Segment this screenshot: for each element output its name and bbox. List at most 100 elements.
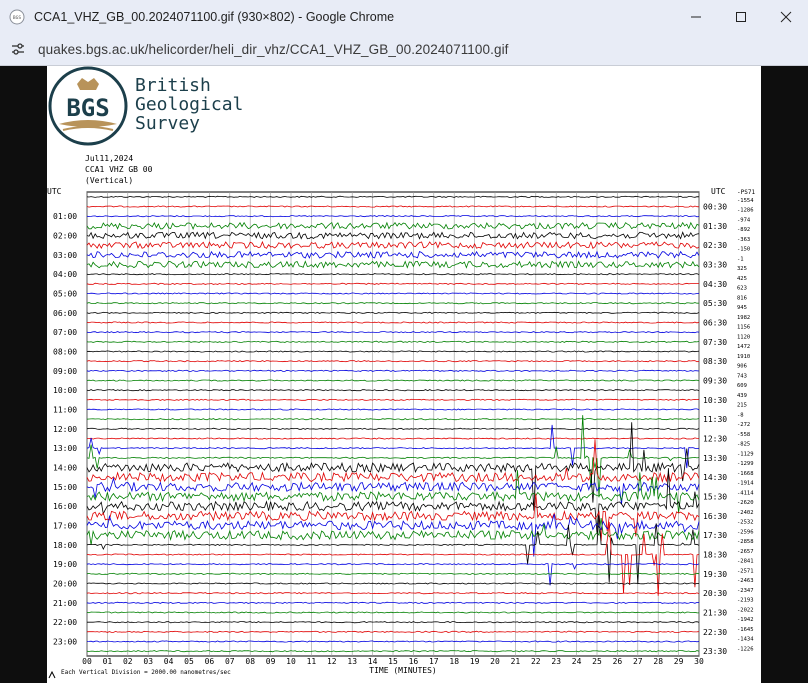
left-hour-label: 07:00 (53, 328, 77, 337)
x-tick-label: 06 (205, 657, 215, 666)
offset-label: -2657 (737, 549, 754, 555)
right-halfhour-label: 03:30 (703, 261, 727, 270)
left-hour-label: 10:00 (53, 386, 77, 395)
offset-label: 816 (737, 295, 747, 301)
right-halfhour-label: 00:30 (703, 203, 727, 212)
offset-label: -4114 (737, 490, 754, 496)
helicorder-image: BGS British Geological Survey Jul11,2024… (47, 66, 761, 683)
right-halfhour-label: 20:30 (703, 589, 727, 598)
left-hour-label: 11:00 (53, 406, 77, 415)
right-halfhour-label: 02:30 (703, 241, 727, 250)
x-tick-label: 24 (572, 657, 582, 666)
x-tick-label: 08 (245, 657, 255, 666)
left-hour-label: 08:00 (53, 348, 77, 357)
utc-label-left: UTC (47, 187, 62, 196)
x-tick-label: 04 (164, 657, 174, 666)
maximize-button[interactable] (718, 0, 763, 33)
offset-label: -558 (737, 432, 750, 438)
left-hour-label: 02:00 (53, 232, 77, 241)
left-hour-label: 05:00 (53, 290, 77, 299)
offset-label: -272 (737, 422, 750, 428)
offset-label: -1434 (737, 637, 754, 643)
ps-label: -PS71 (737, 189, 755, 196)
left-hour-label: 17:00 (53, 522, 77, 531)
close-button[interactable] (763, 0, 808, 33)
x-tick-label: 02 (123, 657, 133, 666)
left-hour-label: 01:00 (53, 212, 77, 221)
offset-label: -8 (737, 412, 744, 418)
offset-label: -2858 (737, 539, 754, 545)
offset-label: -2596 (737, 529, 754, 535)
x-tick-label: 17 (429, 657, 439, 666)
right-halfhour-label: 01:30 (703, 222, 727, 231)
left-hour-label: 06:00 (53, 309, 77, 318)
x-tick-label: 28 (653, 657, 663, 666)
right-halfhour-label: 22:30 (703, 628, 727, 637)
left-hour-label: 03:00 (53, 251, 77, 260)
left-hour-label: 22:00 (53, 618, 77, 627)
right-halfhour-label: 09:30 (703, 377, 727, 386)
right-halfhour-label: 21:30 (703, 609, 727, 618)
offset-label: -1226 (737, 646, 754, 652)
x-tick-label: 09 (266, 657, 276, 666)
x-tick-label: 18 (449, 657, 459, 666)
left-hour-label: 14:00 (53, 464, 77, 473)
x-tick-label: 19 (470, 657, 480, 666)
x-tick-label: 27 (633, 657, 643, 666)
x-tick-label: 07 (225, 657, 235, 666)
plot-component: (Vertical) (85, 176, 133, 185)
right-halfhour-label: 13:30 (703, 454, 727, 463)
offset-label: -150 (737, 247, 750, 253)
resize-arrow-icon (48, 670, 56, 679)
x-axis-label: TIME (MINUTES) (369, 666, 436, 675)
utc-label-right: UTC (711, 187, 726, 196)
left-hour-label: 20:00 (53, 580, 77, 589)
left-hour-label: 16:00 (53, 502, 77, 511)
left-hour-label: 18:00 (53, 541, 77, 550)
offset-label: 325 (737, 266, 747, 272)
x-tick-label: 03 (143, 657, 153, 666)
offset-label: -2022 (737, 607, 754, 613)
left-hour-label: 23:00 (53, 638, 77, 647)
offset-label: 743 (737, 373, 747, 379)
offset-label: 1120 (737, 334, 750, 340)
x-tick-label: 14 (368, 657, 378, 666)
x-tick-label: 11 (307, 657, 317, 666)
offset-label: 623 (737, 286, 747, 292)
left-hour-label: 19:00 (53, 560, 77, 569)
offset-label: -2571 (737, 568, 754, 574)
offset-label: 1910 (737, 354, 750, 360)
plot-date: Jul11,2024 (85, 154, 133, 163)
offset-label: -1914 (737, 481, 754, 487)
right-halfhour-label: 23:30 (703, 647, 727, 656)
offset-label: -1286 (737, 208, 754, 214)
url-text[interactable]: quakes.bgs.ac.uk/helicorder/heli_dir_vhz… (38, 42, 509, 57)
offset-label: 439 (737, 393, 747, 399)
site-settings-icon[interactable] (10, 41, 26, 57)
page-viewport: BGS British Geological Survey Jul11,2024… (0, 66, 808, 683)
right-halfhour-label: 11:30 (703, 415, 727, 424)
right-halfhour-label: 05:30 (703, 299, 727, 308)
minimize-icon (690, 16, 701, 17)
offset-label: -974 (737, 217, 751, 223)
offset-label: -2532 (737, 520, 754, 526)
offset-label: -363 (737, 237, 750, 243)
offset-label: 1472 (737, 344, 750, 350)
x-tick-label: 05 (184, 657, 194, 666)
window-titlebar: BGS CCA1_VHZ_GB_00.2024071100.gif (930×8… (0, 0, 808, 33)
x-tick-label: 15 (388, 657, 398, 666)
x-tick-label: 00 (82, 657, 92, 666)
left-hour-label: 12:00 (53, 425, 77, 434)
x-tick-label: 10 (286, 657, 296, 666)
offset-label: 1156 (737, 325, 750, 331)
offset-label: -2193 (737, 598, 754, 604)
x-tick-label: 01 (103, 657, 113, 666)
x-tick-label: 22 (531, 657, 541, 666)
x-tick-label: 12 (327, 657, 337, 666)
x-tick-label: 26 (613, 657, 623, 666)
minimize-button[interactable] (673, 0, 718, 33)
x-tick-label: 13 (347, 657, 357, 666)
offset-label: -825 (737, 442, 750, 448)
left-hour-label: 13:00 (53, 444, 77, 453)
left-hour-label: 21:00 (53, 599, 77, 608)
